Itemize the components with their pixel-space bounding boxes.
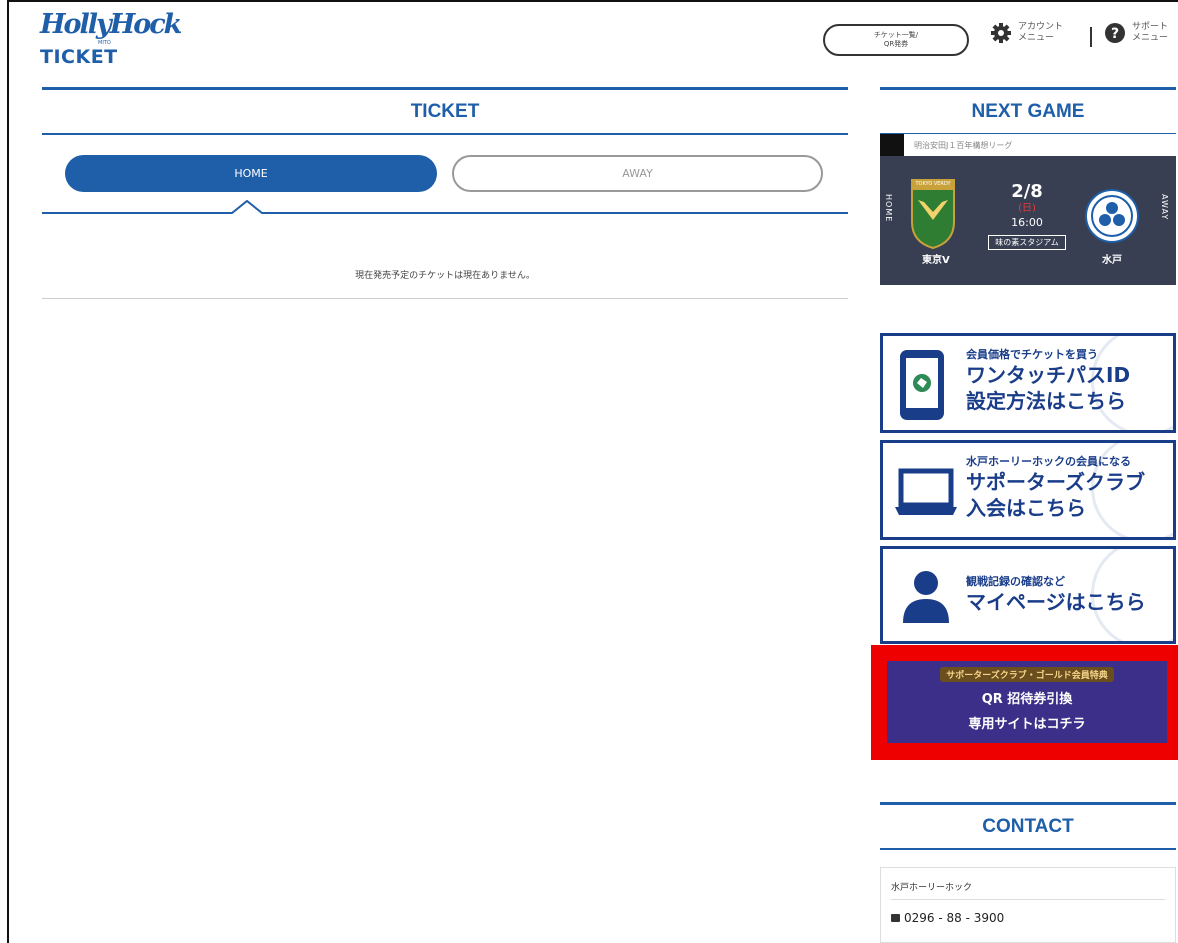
next-game-card[interactable]: 明治安田J１百年構想リーグ HOME AWAY TOKYO VERDY 2/8 … <box>880 134 1176 285</box>
away-side-label: AWAY <box>1160 194 1169 221</box>
support-label-1: サポート <box>1132 22 1169 32</box>
smartphone-icon <box>897 348 947 426</box>
tab-indicator-line <box>42 200 848 214</box>
match-venue: 味の素スタジアム <box>988 235 1066 250</box>
ticket-list-label-1: チケット一覧/ <box>873 31 919 39</box>
contact-org: 水戸ホーリーホック <box>891 883 973 893</box>
onetouch-pass-banner[interactable]: 会員価格でチケットを買う ワンタッチパスID 設定方法はこちら <box>880 333 1176 433</box>
mypage-banner[interactable]: 観戦記録の確認など マイページはこちら <box>880 546 1176 644</box>
contact-divider <box>891 899 1165 900</box>
logo-word: TICKET <box>40 46 118 68</box>
laptop-icon <box>893 467 959 523</box>
home-team-crest: TOKYO VERDY <box>910 176 956 250</box>
account-menu-button[interactable]: アカウント メニュー <box>990 22 1063 44</box>
contact-title: CONTACT <box>880 802 1176 850</box>
competition-logo <box>880 134 904 156</box>
home-side-label: HOME <box>884 194 893 223</box>
match-weekday: (日) <box>1018 203 1036 214</box>
banner-2-line-3: 入会はこちら <box>966 496 1086 520</box>
phone-number: 0296 - 88 - 3900 <box>904 911 1005 925</box>
ticket-section-title: TICKET <box>42 87 848 135</box>
match-info: 2/8 (日) 16:00 味の素スタジアム <box>980 182 1074 250</box>
ticket-list-label-2: QR発券 <box>883 40 909 48</box>
home-team-name: 東京V <box>922 255 950 266</box>
header-divider <box>1090 27 1092 47</box>
banner-1-line-1: 会員価格でチケットを買う <box>966 348 1098 361</box>
tab-away[interactable]: AWAY <box>452 155 823 192</box>
help-icon: ? <box>1104 22 1126 44</box>
next-game-title: NEXT GAME <box>880 87 1176 135</box>
support-menu-button[interactable]: ? サポート メニュー <box>1104 22 1168 44</box>
supporters-club-banner[interactable]: 水戸ホーリーホックの会員になる サポーターズクラブ 入会はこちら <box>880 440 1176 540</box>
match-time: 16:00 <box>1011 216 1043 229</box>
logo-script: HollyHock <box>40 9 182 40</box>
account-label-1: アカウント <box>1018 22 1064 32</box>
away-team-crest <box>1084 188 1140 248</box>
tab-home[interactable]: HOME <box>65 155 437 192</box>
competition-bar: 明治安田J１百年構想リーグ <box>880 134 1176 156</box>
no-tickets-message: 現在発売予定のチケットは現在ありません。 <box>355 271 535 281</box>
phone-icon <box>891 914 900 922</box>
contact-phone[interactable]: 0296 - 88 - 3900 <box>891 911 1004 925</box>
match-date: 2/8 <box>1011 181 1043 202</box>
gear-icon <box>990 22 1012 44</box>
banner-3-line-2: マイページはこちら <box>966 590 1146 614</box>
qr-invitation-banner[interactable]: サポーターズクラブ・ゴールド会員特典 QR 招待券引換 専用サイトはコチラ <box>887 661 1167 743</box>
site-logo[interactable]: HollyHock MITO TICKET <box>40 10 182 70</box>
divider <box>42 298 848 299</box>
promo-line-1: QR 招待券引換 <box>981 692 1073 707</box>
competition-name: 明治安田J１百年構想リーグ <box>914 141 1013 150</box>
promo-tag: サポーターズクラブ・ゴールド会員特典 <box>940 667 1114 682</box>
svg-text:?: ? <box>1111 26 1119 42</box>
banner-1-line-3: 設定方法はこちら <box>966 389 1126 413</box>
banner-1-line-2: ワンタッチパスID <box>966 363 1131 387</box>
promo-line-2: 専用サイトはコチラ <box>968 717 1086 732</box>
contact-box: 水戸ホーリーホック 0296 - 88 - 3900 <box>880 867 1176 943</box>
account-label-2: メニュー <box>1018 33 1055 43</box>
ticket-list-button[interactable]: チケット一覧/ QR発券 <box>823 24 969 56</box>
user-icon <box>901 569 951 629</box>
banner-3-line-1: 観戦記録の確認など <box>966 575 1065 588</box>
away-team-name: 水戸 <box>1102 255 1122 266</box>
banner-2-line-2: サポーターズクラブ <box>966 470 1145 494</box>
banner-2-line-1: 水戸ホーリーホックの会員になる <box>966 455 1131 468</box>
support-label-2: メニュー <box>1132 33 1169 43</box>
home-crest-text: TOKYO VERDY <box>915 181 951 187</box>
